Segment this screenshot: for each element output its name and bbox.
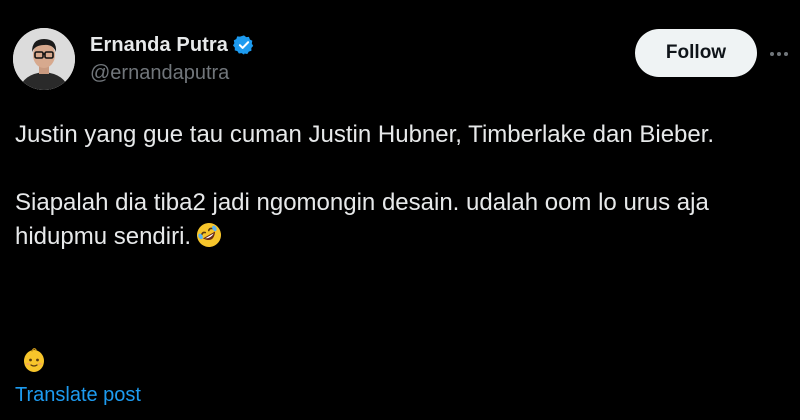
verified-badge-icon[interactable] xyxy=(233,34,255,56)
author-handle[interactable]: @ernandaputra xyxy=(90,62,229,85)
author-display-name[interactable]: Ernanda Putra xyxy=(90,34,228,57)
tweet-paragraph-2: Siapalah dia tiba2 jadi ngomongin desain… xyxy=(15,186,775,254)
tweet-paragraph-1: Justin yang gue tau cuman Justin Hubner,… xyxy=(15,121,715,148)
more-dot xyxy=(770,52,774,56)
more-dot xyxy=(777,52,781,56)
translate-post-link[interactable]: Translate post xyxy=(15,384,141,407)
rolling-on-floor-laughing-emoji-icon xyxy=(195,221,223,249)
author-name-row: Ernanda Putra xyxy=(90,31,255,59)
more-options-icon[interactable] xyxy=(770,40,798,68)
tweet-paragraph-2-text: Siapalah dia tiba2 jadi ngomongin desain… xyxy=(15,189,709,250)
baby-emoji-icon xyxy=(21,346,47,374)
more-dot xyxy=(784,52,788,56)
follow-button[interactable]: Follow xyxy=(635,29,757,77)
avatar[interactable] xyxy=(13,28,75,90)
tweet-text: Justin yang gue tau cuman Justin Hubner,… xyxy=(15,118,775,254)
